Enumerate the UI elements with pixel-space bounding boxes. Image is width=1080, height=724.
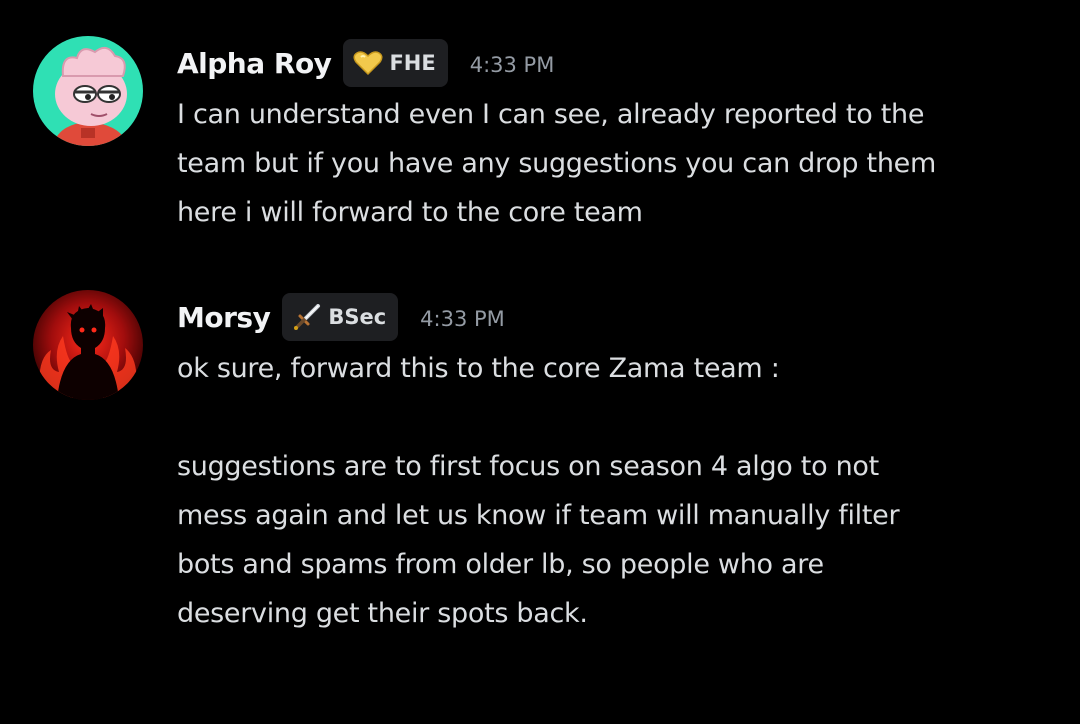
message-line: ok sure, forward this to the core Zama t… (177, 353, 780, 384)
message-line: here i will forward to the core team (177, 197, 643, 228)
message-line: bots and spams from older lb, so people … (177, 549, 824, 580)
user-avatar-icon (33, 290, 143, 400)
message-line: suggestions are to first focus on season… (177, 451, 879, 482)
message-header: Alpha Roy FHE 4:33 PM (177, 38, 554, 88)
avatar[interactable] (33, 290, 143, 400)
timestamp: 4:33 PM (469, 53, 555, 77)
message-header: Morsy BSec 4:33 PM (177, 292, 505, 342)
message-line: I can understand even I can see, already… (177, 99, 925, 130)
timestamp: 4:33 PM (420, 307, 505, 331)
gold-heart-icon (353, 50, 383, 76)
message-content: I can understand even I can see, already… (177, 90, 1057, 237)
message-line: deserving get their spots back. (177, 598, 588, 629)
message-line: team but if you have any suggestions you… (177, 148, 936, 179)
message-line (177, 393, 1057, 442)
guild-tag-label: BSec (328, 305, 387, 329)
message-line: mess again and let us know if team will … (177, 500, 900, 531)
guild-tag[interactable]: BSec (282, 293, 399, 341)
avatar[interactable] (33, 36, 143, 146)
guild-tag-label: FHE (389, 51, 436, 75)
username[interactable]: Alpha Roy (177, 47, 332, 80)
sword-icon (292, 304, 322, 330)
guild-tag[interactable]: FHE (343, 39, 448, 87)
message-content: ok sure, forward this to the core Zama t… (177, 344, 1057, 638)
user-avatar-icon (33, 36, 143, 146)
username[interactable]: Morsy (177, 301, 271, 334)
